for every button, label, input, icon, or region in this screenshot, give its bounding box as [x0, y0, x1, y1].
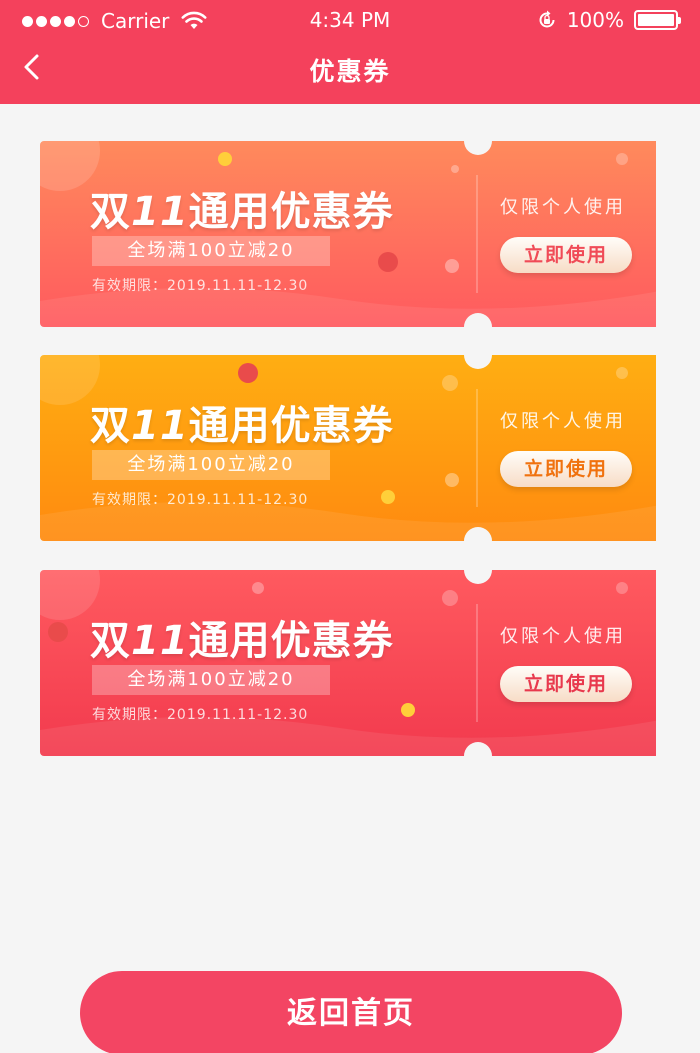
page-title: 优惠券: [309, 57, 391, 86]
coupon-card: 双11通用优惠券 全场满100立减20 有效期限：2019.11.11-12.3…: [40, 141, 660, 327]
coupon-card: 双11通用优惠券 全场满100立减20 有效期限：2019.11.11-12.3…: [40, 570, 660, 756]
coupon-limit: 仅限个人使用: [500, 411, 626, 432]
coupon-title: 双11通用优惠券: [90, 189, 394, 235]
coupon-limit: 仅限个人使用: [500, 626, 626, 647]
status-bar: Carrier 4:34 PM 100%: [0, 0, 700, 40]
coupon-condition: 全场满100立减20: [92, 450, 330, 480]
coupon-limit: 仅限个人使用: [500, 197, 626, 218]
use-now-button[interactable]: 立即使用: [500, 451, 632, 487]
use-now-button[interactable]: 立即使用: [500, 666, 632, 702]
nav-bar: 优惠券: [0, 40, 700, 104]
rotation-lock-icon: [539, 10, 555, 28]
coupon-condition: 全场满100立减20: [92, 236, 330, 266]
coupon-title: 双11通用优惠券: [90, 403, 394, 449]
coupon-title: 双11通用优惠券: [90, 618, 394, 664]
battery-icon: [634, 10, 681, 30]
coupon-validity: 有效期限：2019.11.11-12.30: [92, 492, 309, 508]
status-right: 100%: [537, 8, 681, 32]
use-now-button[interactable]: 立即使用: [500, 237, 632, 273]
coupon-validity: 有效期限：2019.11.11-12.30: [92, 278, 309, 294]
return-home-button[interactable]: 返回首页: [80, 971, 622, 1053]
coupon-condition: 全场满100立减20: [92, 665, 330, 695]
battery-percent: 100%: [566, 8, 624, 32]
coupon-validity: 有效期限：2019.11.11-12.30: [92, 707, 309, 723]
header: Carrier 4:34 PM 100% 优惠券: [0, 0, 700, 104]
coupon-card: 双11通用优惠券 全场满100立减20 有效期限：2019.11.11-12.3…: [40, 355, 660, 541]
